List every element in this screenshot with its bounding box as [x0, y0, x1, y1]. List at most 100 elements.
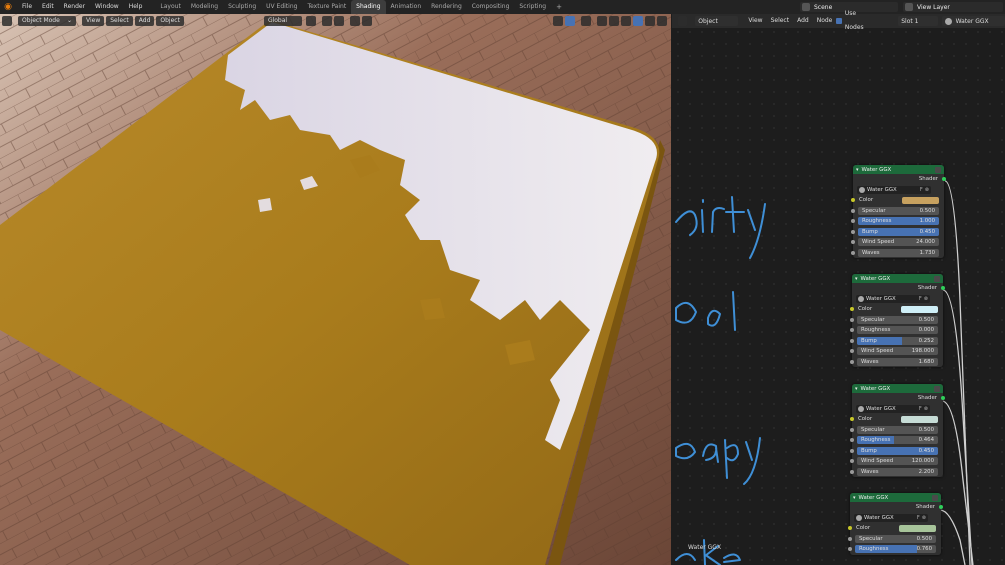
node-group-icon[interactable]	[934, 275, 940, 282]
snap-target-icon[interactable]	[333, 16, 344, 26]
workspace-tab-scripting[interactable]: Scripting	[514, 0, 551, 14]
object-type-dropdown[interactable]: Object	[695, 16, 739, 26]
viewport-menu-select[interactable]: Select	[106, 16, 133, 26]
node-header[interactable]: ▾ Water GGX	[852, 384, 943, 393]
workspace-tab-animation[interactable]: Animation	[386, 0, 427, 14]
input-socket[interactable]	[850, 469, 854, 474]
workspace-tab-modeling[interactable]: Modeling	[186, 0, 223, 14]
node-header[interactable]: ▾ Water GGX	[852, 274, 943, 283]
view-layer-name[interactable]: View Layer	[915, 4, 950, 11]
unlink-icon[interactable]: ⊗	[924, 406, 928, 412]
fake-user-toggle[interactable]: F	[919, 406, 922, 412]
collapse-triangle-icon[interactable]: ▾	[856, 167, 859, 173]
group-selector[interactable]: Water GGX F ⊗	[856, 404, 930, 413]
menu-edit[interactable]: Edit	[37, 0, 59, 14]
use-nodes-checkbox[interactable]: Use Nodes	[836, 7, 874, 35]
value-field[interactable]: Specular 0.500	[855, 534, 936, 543]
node-group-icon[interactable]	[934, 385, 940, 392]
node-group-icon[interactable]	[932, 494, 938, 501]
xray-icon[interactable]	[597, 16, 607, 26]
overlay-icon[interactable]	[581, 16, 591, 26]
workspace-tab-uv-editing[interactable]: UV Editing	[261, 0, 302, 14]
menu-render[interactable]: Render	[59, 0, 90, 14]
viewport-menu-add[interactable]: Add	[134, 16, 155, 26]
workspace-tab-shading[interactable]: Shading	[351, 0, 386, 14]
value-field[interactable]: Bump 0.252	[857, 336, 938, 345]
collapse-triangle-icon[interactable]: ▾	[855, 386, 858, 392]
menu-window[interactable]: Window	[90, 0, 124, 14]
workspace-tab-compositing[interactable]: Compositing	[467, 0, 515, 14]
transform-orientation-dropdown[interactable]: Global	[263, 16, 302, 26]
node-header[interactable]: ▾ Water GGX	[853, 165, 944, 174]
value-field[interactable]: Roughness 0.000	[857, 326, 938, 335]
shader-node-editor[interactable]: Water GGX ▾ Water GGX Shader Water GGX F ⊗ Col…	[672, 14, 1005, 565]
color-swatch[interactable]	[901, 305, 938, 313]
material-selector[interactable]: Water GGX	[941, 16, 1005, 26]
proportional-edit-icon[interactable]	[349, 16, 360, 26]
node-menu-view[interactable]: View	[744, 14, 766, 28]
node-header[interactable]: ▾ Water GGX	[850, 493, 941, 502]
value-field[interactable]: Waves 1.680	[857, 357, 938, 366]
menu-file[interactable]: File	[17, 0, 37, 14]
value-field[interactable]: Bump 0.450	[857, 446, 938, 455]
snap-icon[interactable]	[321, 16, 332, 26]
scene-name[interactable]: Scene	[812, 4, 832, 11]
collapse-triangle-icon[interactable]: ▾	[855, 276, 858, 282]
value-field[interactable]: Specular 0.500	[858, 206, 939, 215]
input-socket[interactable]	[848, 547, 852, 552]
value-field[interactable]: Bump 0.450	[858, 227, 939, 236]
input-socket[interactable]	[850, 427, 854, 432]
value-field[interactable]: Wind Speed 120.000	[857, 457, 938, 466]
node-menu-add[interactable]: Add	[793, 14, 813, 28]
slot-dropdown[interactable]: Slot 1	[898, 16, 938, 26]
pivot-point-icon[interactable]	[305, 16, 316, 26]
input-socket[interactable]	[851, 240, 855, 245]
value-field[interactable]: Roughness 0.760	[855, 545, 936, 554]
input-socket[interactable]	[850, 338, 854, 343]
node-menu-node[interactable]: Node	[813, 14, 837, 28]
falloff-icon[interactable]	[361, 16, 372, 26]
value-field[interactable]: Specular 0.500	[857, 315, 938, 324]
unlink-icon[interactable]: ⊗	[925, 187, 929, 193]
value-field[interactable]: Waves 1.730	[858, 248, 939, 257]
input-socket[interactable]	[850, 349, 854, 354]
value-field[interactable]: Waves 2.200	[857, 467, 938, 476]
viewport-menu-object[interactable]: Object	[156, 16, 184, 26]
input-socket[interactable]	[850, 328, 854, 333]
input-socket[interactable]	[850, 359, 854, 364]
value-field[interactable]: Specular 0.500	[857, 425, 938, 434]
fake-user-toggle[interactable]: F	[917, 515, 920, 521]
value-field[interactable]: Roughness 0.464	[857, 436, 938, 445]
workspace-tab-sculpting[interactable]: Sculpting	[223, 0, 261, 14]
unlink-icon[interactable]: ⊗	[922, 515, 926, 521]
input-socket[interactable]	[851, 250, 855, 255]
group-selector[interactable]: Water GGX F ⊗	[857, 185, 931, 194]
group-node[interactable]: ▾ Water GGX Shader Water GGX F ⊗ Color Specular…	[850, 384, 945, 477]
rendered-shading-icon[interactable]	[645, 16, 655, 26]
editor-type-icon[interactable]	[2, 16, 12, 26]
input-socket[interactable]	[850, 438, 854, 443]
workspace-tab-rendering[interactable]: Rendering	[426, 0, 467, 14]
color-swatch[interactable]	[902, 196, 939, 204]
add-workspace-button[interactable]: +	[551, 3, 567, 11]
color-swatch[interactable]	[899, 524, 936, 532]
value-field[interactable]: Wind Speed 24.000	[858, 238, 939, 247]
gizmo-icon[interactable]	[565, 16, 575, 26]
input-socket[interactable]	[848, 536, 852, 541]
group-node[interactable]: ▾ Water GGX Shader Water GGX F ⊗ Color Specular…	[851, 165, 946, 258]
group-selector[interactable]: Water GGX F ⊗	[856, 294, 930, 303]
input-socket[interactable]	[850, 459, 854, 464]
group-selector[interactable]: Water GGX F ⊗	[854, 513, 928, 522]
collapse-triangle-icon[interactable]: ▾	[853, 495, 856, 501]
value-field[interactable]: Wind Speed 198.000	[857, 347, 938, 356]
color-swatch[interactable]	[901, 415, 938, 423]
input-socket[interactable]	[850, 317, 854, 322]
blender-logo-icon[interactable]: ◉	[3, 2, 13, 12]
input-socket[interactable]	[851, 208, 855, 213]
mode-dropdown[interactable]: Object Mode ⌄	[18, 16, 76, 26]
node-group-icon[interactable]	[935, 166, 941, 173]
fake-user-toggle[interactable]: F	[919, 296, 922, 302]
menu-help[interactable]: Help	[124, 0, 148, 14]
input-socket[interactable]	[851, 219, 855, 224]
unlink-icon[interactable]: ⊗	[924, 296, 928, 302]
